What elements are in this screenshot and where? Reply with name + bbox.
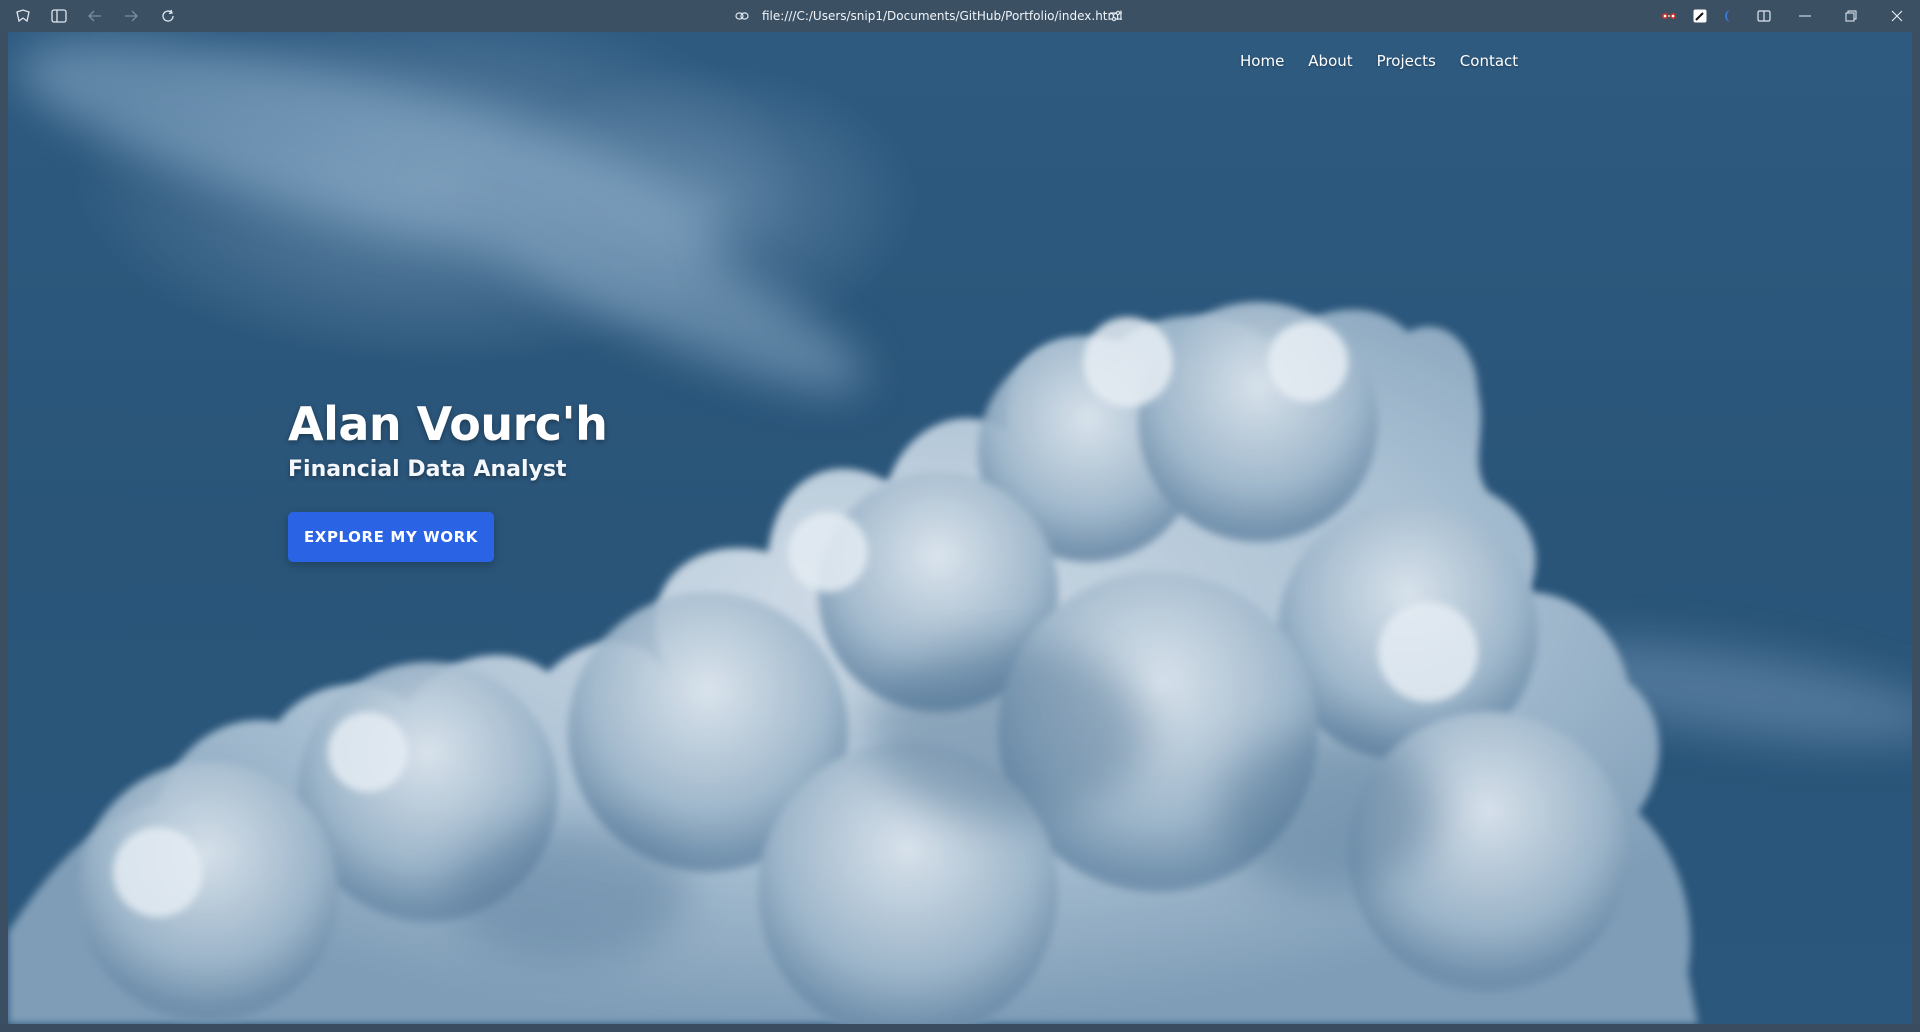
refresh-icon[interactable] <box>158 6 178 26</box>
address-bar[interactable]: file:///C:/Users/snip1/Documents/GitHub/… <box>732 0 1132 32</box>
window-bottom-edge <box>0 1024 1920 1032</box>
minimize-icon[interactable] <box>1782 0 1828 32</box>
hero-role: Financial Data Analyst <box>288 457 567 482</box>
link-icon[interactable] <box>732 6 752 26</box>
back-arrow-icon[interactable] <box>85 6 105 26</box>
workspaces-icon[interactable] <box>13 6 33 26</box>
nav-link-contact[interactable]: Contact <box>1448 48 1530 74</box>
hero-section: Alan Vourc'h Financial Data Analyst EXPL… <box>288 397 608 562</box>
explore-work-button[interactable]: EXPLORE MY WORK <box>288 512 494 562</box>
browser-toolbar: file:///C:/Users/snip1/Documents/GitHub/… <box>0 0 1920 32</box>
hero-name: Alan Vourc'h <box>288 397 608 451</box>
url-text[interactable]: file:///C:/Users/snip1/Documents/GitHub/… <box>762 9 1123 23</box>
nav-link-home[interactable]: Home <box>1228 48 1296 74</box>
pen-extension-icon[interactable] <box>1690 6 1710 26</box>
forward-arrow-icon[interactable] <box>121 6 141 26</box>
glasses-extension-icon[interactable] <box>1659 6 1679 26</box>
sliders-icon[interactable] <box>1106 6 1126 26</box>
close-icon[interactable] <box>1874 0 1920 32</box>
moon-extension-icon[interactable] <box>1719 6 1739 26</box>
browser-window: file:///C:/Users/snip1/Documents/GitHub/… <box>0 0 1920 1032</box>
nav-link-projects[interactable]: Projects <box>1365 48 1448 74</box>
restore-icon[interactable] <box>1828 0 1874 32</box>
page-viewport: Home About Projects Contact Alan Vourc'h… <box>8 32 1912 1024</box>
nav-link-about[interactable]: About <box>1296 48 1364 74</box>
sidebar-toggle-icon[interactable] <box>49 6 69 26</box>
site-navigation: Home About Projects Contact <box>1228 48 1530 74</box>
split-view-icon[interactable] <box>1754 6 1774 26</box>
